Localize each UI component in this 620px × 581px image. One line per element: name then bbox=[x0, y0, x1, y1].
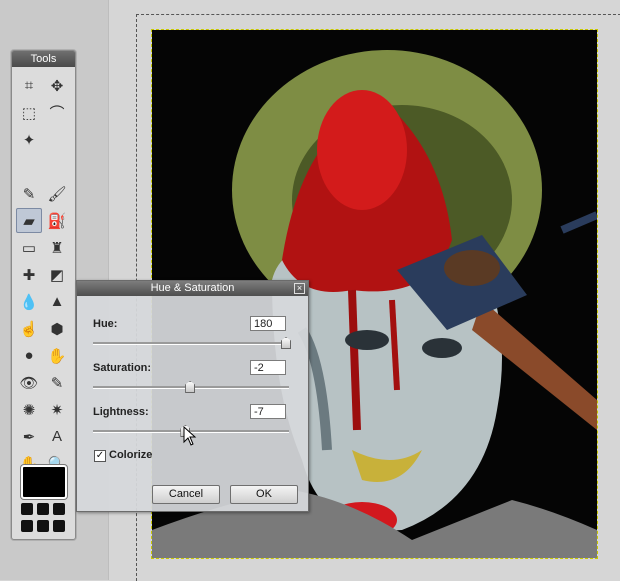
sharpen-icon[interactable]: ▲ bbox=[44, 289, 70, 314]
paint-bucket-icon[interactable]: ⛽ bbox=[44, 208, 70, 233]
brush-icon[interactable]: 🖌 bbox=[44, 181, 70, 206]
eraser-icon[interactable]: ▰ bbox=[16, 208, 42, 233]
saturation-input[interactable]: -2 bbox=[250, 360, 286, 375]
red-eye-icon[interactable]: 👁 bbox=[16, 370, 42, 395]
mouse-pointer-icon bbox=[183, 426, 197, 446]
close-icon[interactable]: × bbox=[294, 283, 305, 294]
hue-slider-thumb[interactable] bbox=[281, 337, 291, 349]
spot-heal-icon[interactable]: ✎ bbox=[44, 370, 70, 395]
dialog-title: Hue & Saturation bbox=[150, 282, 235, 294]
colorize-checkbox[interactable]: ✓ bbox=[94, 450, 106, 462]
cancel-button[interactable]: Cancel bbox=[152, 485, 220, 504]
sponge-icon[interactable]: ⬢ bbox=[44, 316, 70, 341]
smudge-icon[interactable]: ☝ bbox=[16, 316, 42, 341]
blur-drop-icon[interactable]: 💧 bbox=[16, 289, 42, 314]
lightness-input[interactable]: -7 bbox=[250, 404, 286, 419]
magic-wand-icon[interactable]: ✦ bbox=[16, 127, 42, 152]
text-icon[interactable]: A bbox=[44, 424, 70, 449]
saturation-slider-thumb[interactable] bbox=[185, 381, 196, 393]
crop-icon[interactable]: ⌗ bbox=[16, 73, 42, 98]
hue-slider-track[interactable] bbox=[93, 337, 291, 349]
eyedropper-icon[interactable]: ✒ bbox=[16, 424, 42, 449]
hue-input[interactable]: 180 bbox=[250, 316, 286, 331]
move-icon[interactable]: ✥ bbox=[44, 73, 70, 98]
saturation-slider-track[interactable] bbox=[93, 381, 289, 393]
ok-button[interactable]: OK bbox=[230, 485, 298, 504]
pencil-icon[interactable]: ✎ bbox=[16, 181, 42, 206]
lasso-icon[interactable]: ⌒ bbox=[44, 100, 70, 125]
foreground-color-swatch[interactable] bbox=[21, 465, 67, 499]
burn-icon[interactable]: ✋ bbox=[44, 343, 70, 368]
shape-icon[interactable]: ◩ bbox=[44, 262, 70, 287]
gradient-icon[interactable]: ▭ bbox=[16, 235, 42, 260]
dodge-icon[interactable]: ● bbox=[16, 343, 42, 368]
tool-grid: ⌗ ✥ ⬚ ⌒ ✦ ✎ 🖌 ▰ ⛽ ▭ ♜ ✚ ◩ 💧 ▲ ☝ ⬢ ● ✋ 👁 ✎ ✺ ✷ ✒ A ✋ 🔍 bbox=[16, 73, 72, 478]
pinch-icon[interactable]: ✷ bbox=[44, 397, 70, 422]
hue-saturation-dialog: Hue & Saturation × Hue: 180 Saturation: … bbox=[76, 280, 309, 512]
clone-stamp-icon[interactable]: ♜ bbox=[44, 235, 70, 260]
bloat-icon[interactable]: ✺ bbox=[16, 397, 42, 422]
panel-grid-icon[interactable] bbox=[21, 503, 67, 533]
marquee-select-icon[interactable]: ⬚ bbox=[16, 100, 42, 125]
tools-panel: Tools ⌗ ✥ ⬚ ⌒ ✦ ✎ 🖌 ▰ ⛽ ▭ ♜ ✚ ◩ 💧 ▲ ☝ ⬢ ● ✋ 👁 ✎ ✺ ✷ ✒ A ✋ 🔍 bbox=[11, 50, 76, 540]
healing-icon[interactable]: ✚ bbox=[16, 262, 42, 287]
empty-slot bbox=[44, 127, 70, 152]
dialog-title-bar[interactable]: Hue & Saturation × bbox=[77, 281, 308, 296]
lightness-label: Lightness: bbox=[93, 406, 149, 418]
colorize-label: Colorize bbox=[109, 449, 153, 461]
hue-label: Hue: bbox=[93, 318, 118, 330]
tools-panel-title: Tools bbox=[12, 51, 75, 67]
saturation-label: Saturation: bbox=[93, 362, 152, 374]
